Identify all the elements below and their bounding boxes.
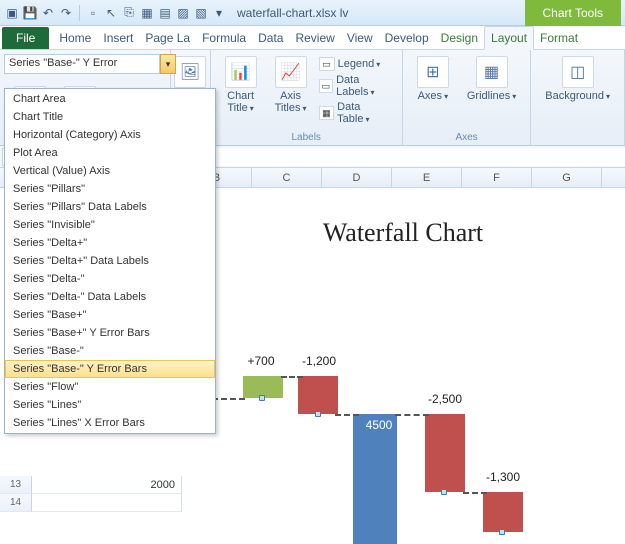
quick-access-toolbar: ▣ 💾 ↶ ↷ ▫ ↖ ⎘ ▦ ▤ ▨ ▧ ▾ waterfall-chart.… [0,0,625,26]
selection-handle[interactable] [315,411,321,417]
tab-developer[interactable]: Develop [379,27,435,49]
row-header-13[interactable]: 13 [0,476,32,494]
col-header-e[interactable]: E [392,168,462,187]
data-table-button[interactable]: ▦Data Table [319,100,394,126]
redo-icon[interactable]: ↷ [58,5,74,21]
dropdown-item[interactable]: Series "Delta+" [5,234,215,252]
dropdown-item[interactable]: Vertical (Value) Axis [5,162,215,180]
row-headers: 13 14 [0,476,32,512]
tab-design[interactable]: Design [435,27,484,49]
bar-pillar[interactable] [353,414,397,544]
row-header-14[interactable]: 14 [0,494,32,512]
tab-formulas[interactable]: Formula [196,27,252,49]
dropdown-item-hover[interactable]: Series "Base-" Y Error Bars [5,360,215,378]
dropdown-item[interactable]: Plot Area [5,144,215,162]
col-header-c[interactable]: C [252,168,322,187]
window-title: waterfall-chart.xlsx lv [237,6,348,20]
dropdown-item[interactable]: Series "Invisible" [5,216,215,234]
chart-title[interactable]: Waterfall Chart [193,208,613,268]
qat-icon[interactable]: ▾ [211,5,227,21]
axis-titles-button[interactable]: 📈Axis Titles [269,54,313,126]
cell-a13[interactable]: 2000 [32,476,182,494]
tab-view[interactable]: View [341,27,379,49]
connector-line [395,414,429,416]
dropdown-item[interactable]: Series "Delta-" [5,270,215,288]
tab-pagelayout[interactable]: Page La [139,27,196,49]
chart-element-dropdown-button[interactable]: ▾ [160,54,176,74]
group-label-labels: Labels [219,132,394,143]
data-label: 4500 [351,418,407,432]
selection-handle[interactable] [441,489,447,495]
bar-delta-minus[interactable] [425,414,465,492]
bar-delta-minus[interactable] [483,492,523,532]
group-label-axes: Axes [411,132,522,143]
qat-icon[interactable]: ▤ [157,5,173,21]
qat-icon[interactable]: ▫ [85,5,101,21]
gridlines-button[interactable]: ▦Gridlines [461,54,522,105]
data-label: -2,500 [417,392,473,406]
dropdown-item[interactable]: Series "Base+" [5,306,215,324]
connector-line [281,376,303,378]
tab-review[interactable]: Review [289,27,340,49]
chart-element-selector[interactable]: Series "Base-" Y Error ▾ [4,54,176,74]
tab-home[interactable]: Home [53,27,97,49]
data-labels-button[interactable]: ▭Data Labels [319,73,394,99]
undo-icon[interactable]: ↶ [40,5,56,21]
excel-icon: ▣ [4,5,20,21]
bar-delta-minus[interactable] [298,376,338,414]
chart-object[interactable]: Waterfall Chart +700 -1,200 4500 -2,500 … [193,208,613,538]
tab-format[interactable]: Format [534,27,584,49]
cell-a14[interactable] [32,494,182,512]
selection-handle[interactable] [259,395,265,401]
connector-line [463,492,487,494]
dropdown-item[interactable]: Series "Lines" X Error Bars [5,414,215,432]
save-icon[interactable]: 💾 [22,5,38,21]
background-button[interactable]: ◫Background [539,54,616,105]
qat-icon[interactable]: ▧ [193,5,209,21]
qat-icon[interactable]: ▦ [139,5,155,21]
dropdown-item[interactable]: Series "Base+" Y Error Bars [5,324,215,342]
tab-layout[interactable]: Layout [484,26,534,50]
legend-button[interactable]: ▭Legend [319,56,394,72]
dropdown-item[interactable]: Chart Area [5,90,215,108]
col-header-d[interactable]: D [322,168,392,187]
plot-area[interactable]: +700 -1,200 4500 -2,500 -1,300 [203,268,603,508]
axes-button[interactable]: ⊞Axes [411,54,455,105]
dropdown-item[interactable]: Series "Pillars" [5,180,215,198]
dropdown-item[interactable]: Series "Flow" [5,378,215,396]
dropdown-item[interactable]: Series "Delta-" Data Labels [5,288,215,306]
qat-icon[interactable]: ⎘ [121,5,137,21]
chart-tools-tab: Chart Tools [525,0,621,26]
data-label: -1,300 [475,470,531,484]
ribbon-tabs: File Home Insert Page La Formula Data Re… [0,26,625,50]
dropdown-item[interactable]: Chart Title [5,108,215,126]
tab-insert[interactable]: Insert [97,27,139,49]
tab-data[interactable]: Data [252,27,289,49]
connector-line [335,414,359,416]
dropdown-item[interactable]: Series "Pillars" Data Labels [5,198,215,216]
chart-element-field[interactable]: Series "Base-" Y Error [4,54,160,74]
data-label: +700 [233,354,289,368]
qat-icon[interactable]: ▨ [175,5,191,21]
chart-title-button[interactable]: 📊Chart Title [219,54,263,126]
qat-icon[interactable]: ↖ [103,5,119,21]
chart-element-dropdown[interactable]: Chart Area Chart Title Horizontal (Categ… [4,88,216,434]
col-header-g[interactable]: G [532,168,602,187]
dropdown-item[interactable]: Horizontal (Category) Axis [5,126,215,144]
dropdown-item[interactable]: Series "Lines" [5,396,215,414]
dropdown-item[interactable]: Series "Delta+" Data Labels [5,252,215,270]
file-tab[interactable]: File [2,27,49,49]
selection-handle[interactable] [499,529,505,535]
col-header-f[interactable]: F [462,168,532,187]
dropdown-item[interactable]: Series "Base-" [5,342,215,360]
data-label: -1,200 [291,354,347,368]
